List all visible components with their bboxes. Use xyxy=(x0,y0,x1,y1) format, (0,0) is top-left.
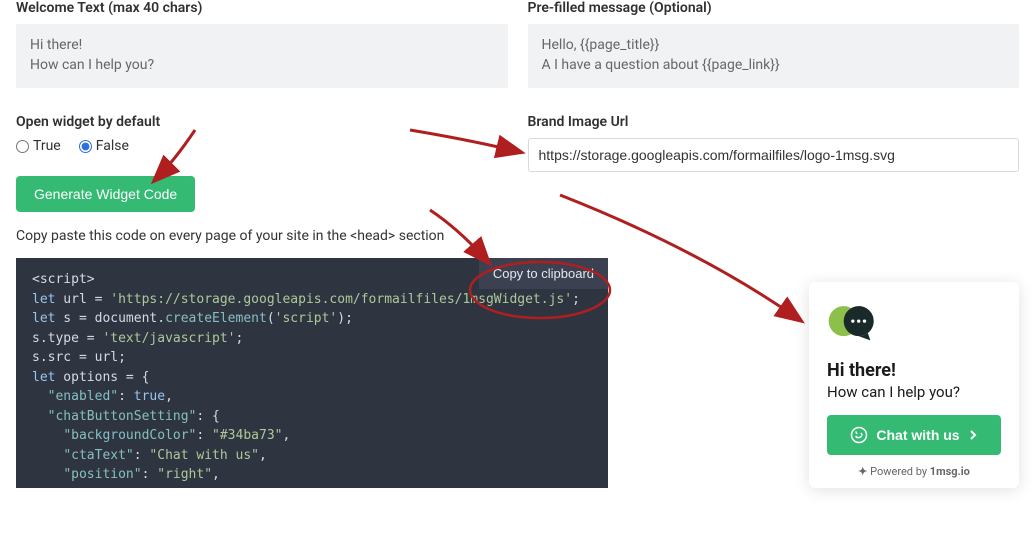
radio-false[interactable]: False xyxy=(79,138,129,154)
code-line: "enabled": true, xyxy=(32,387,592,407)
code-block: Copy to clipboard <script> let url = 'ht… xyxy=(16,258,608,488)
radio-false-label: False xyxy=(96,138,129,154)
chevron-right-icon xyxy=(968,429,978,441)
chat-with-us-button[interactable]: Chat with us xyxy=(827,415,1001,455)
widget-title: Hi there! xyxy=(827,360,1001,381)
prefilled-message-label: Pre-filled message (Optional) xyxy=(528,0,1020,16)
brand-logo-icon xyxy=(827,302,877,342)
powered-by: ✦ Powered by 1msg.io xyxy=(827,465,1001,478)
code-line: s.type = 'text/javascript'; xyxy=(32,329,592,349)
widget-subtitle: How can I help you? xyxy=(827,383,1001,401)
code-line: let options = { xyxy=(32,368,592,388)
open-default-label: Open widget by default xyxy=(16,114,508,130)
copy-to-clipboard-button[interactable]: Copy to clipboard xyxy=(479,258,608,289)
code-line: let url = 'https://storage.googleapis.co… xyxy=(32,290,592,310)
brand-image-url-label: Brand Image Url xyxy=(528,114,1020,130)
code-line: "backgroundColor": "#34ba73", xyxy=(32,426,592,446)
welcome-text-label: Welcome Text (max 40 chars) xyxy=(16,0,508,16)
code-line: "position": "right", xyxy=(32,465,592,485)
cta-label: Chat with us xyxy=(876,427,959,443)
brand-image-url-input[interactable] xyxy=(528,138,1020,172)
radio-true-label: True xyxy=(33,138,61,154)
code-line: let s = document.createElement('script')… xyxy=(32,309,592,329)
code-line: "marginLeft": "20", xyxy=(32,485,592,489)
code-line: "chatButtonSetting": { xyxy=(32,407,592,427)
whatsapp-icon xyxy=(850,426,868,444)
widget-preview: Hi there! How can I help you? Chat with … xyxy=(809,282,1019,488)
prefilled-message-input[interactable] xyxy=(528,24,1020,88)
radio-true[interactable]: True xyxy=(16,138,61,154)
generate-widget-code-button[interactable]: Generate Widget Code xyxy=(16,176,195,212)
code-line: "ctaText": "Chat with us", xyxy=(32,446,592,466)
helper-text: Copy paste this code on every page of yo… xyxy=(16,228,508,244)
welcome-text-input[interactable] xyxy=(16,24,508,88)
code-line: s.src = url; xyxy=(32,348,592,368)
